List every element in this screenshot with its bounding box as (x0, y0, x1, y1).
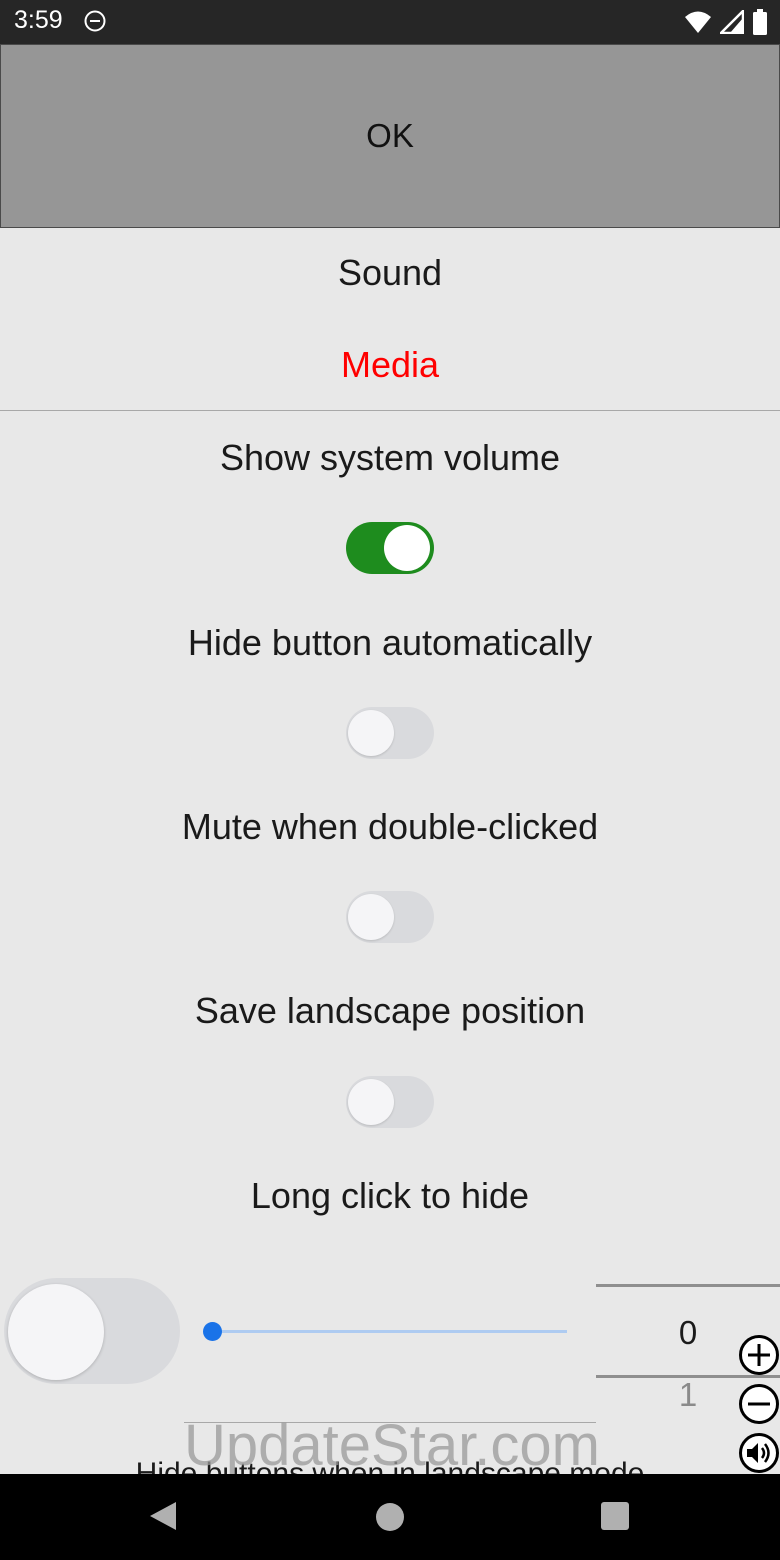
toggle-save-landscape-position[interactable] (346, 1076, 434, 1128)
toggle-knob (8, 1284, 104, 1380)
cell-signal-icon (720, 10, 744, 34)
plus-icon[interactable] (738, 1334, 780, 1376)
toggle-long-click-to-hide[interactable] (4, 1278, 180, 1384)
wifi-icon (685, 11, 711, 33)
minus-icon[interactable] (738, 1383, 780, 1425)
setting-label-show-system-volume: Show system volume (219, 437, 561, 478)
status-time: 3:59 (14, 6, 63, 34)
watermark: UpdateStar.com (184, 1413, 600, 1478)
battery-icon (753, 9, 767, 35)
recents-icon[interactable] (601, 1502, 629, 1530)
back-icon[interactable] (148, 1500, 178, 1532)
toggle-knob (348, 1079, 394, 1125)
do-not-disturb-icon (84, 10, 106, 32)
setting-label-mute-when-double-clicked: Mute when double-clicked (181, 806, 599, 847)
slider-track[interactable] (212, 1330, 567, 1333)
tab-sound[interactable]: Sound (0, 252, 780, 294)
setting-label-long-click-to-hide: Long click to hide (250, 1175, 530, 1216)
picker-divider-top (596, 1284, 780, 1287)
setting-label-hide-button-automatically: Hide button automatically (187, 622, 593, 663)
toggle-hide-button-automatically[interactable] (346, 707, 434, 759)
toggle-knob (348, 894, 394, 940)
home-icon[interactable] (376, 1503, 404, 1531)
ok-button-label: OK (366, 117, 414, 154)
tab-media[interactable]: Media (0, 344, 780, 386)
toggle-knob (384, 525, 430, 571)
divider (0, 410, 780, 411)
ok-button[interactable]: OK (0, 44, 780, 228)
slider-thumb[interactable] (203, 1322, 222, 1341)
setting-label-save-landscape-position: Save landscape position (194, 990, 586, 1031)
status-bar (0, 0, 780, 44)
toggle-mute-when-double-clicked[interactable] (346, 891, 434, 943)
status-icons (684, 8, 768, 36)
toggle-knob (348, 710, 394, 756)
toggle-show-system-volume[interactable] (346, 522, 434, 574)
